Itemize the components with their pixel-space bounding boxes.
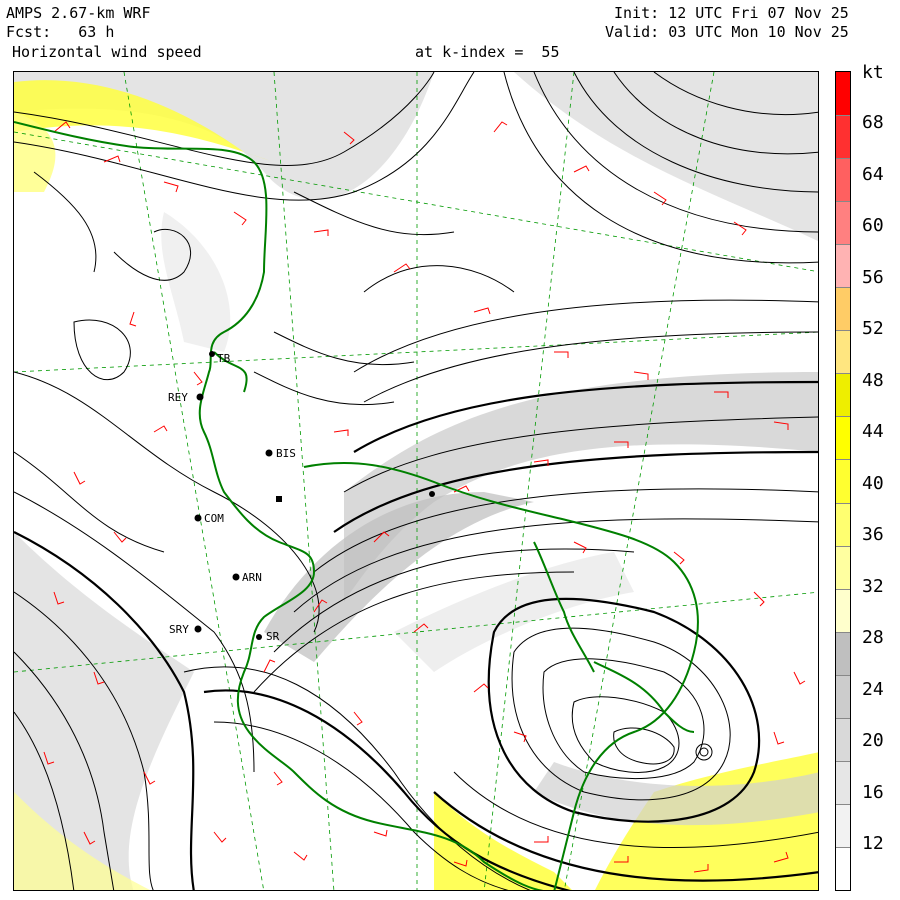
colorbar-segment <box>836 244 850 289</box>
station-label-rey: REY <box>168 391 188 404</box>
station-sr[interactable]: SR <box>256 630 280 643</box>
colorbar-tick-label: 64 <box>862 163 884 185</box>
colorbar-segment <box>836 502 850 547</box>
station-tb[interactable]: TB <box>209 351 231 365</box>
colorbar-segment <box>836 588 850 633</box>
colorbar-tick-label: 52 <box>862 318 884 339</box>
colorbar-tick-label: 16 <box>862 781 884 803</box>
station-bis[interactable]: BIS <box>265 447 296 460</box>
colorbar-tick-label: 44 <box>862 421 884 442</box>
station-com[interactable]: COM <box>194 512 225 525</box>
station-arn[interactable]: ARN <box>232 571 262 584</box>
colorbar-tick-label: 20 <box>862 730 884 751</box>
station-rey[interactable]: REY <box>168 391 204 404</box>
colorbar-tick-label: 12 <box>862 833 884 854</box>
colorbar-segment <box>836 803 850 848</box>
colorbar-tick-label: 28 <box>862 627 884 648</box>
colorbar-tick-label: 40 <box>862 472 884 494</box>
colorbar-segment <box>836 158 850 203</box>
colorbar-segment <box>836 545 850 590</box>
colorbar-segment <box>836 115 850 160</box>
station-label-com: COM <box>204 512 224 525</box>
valid-time: Valid: 03 UTC Mon 10 Nov 25 <box>605 23 849 41</box>
colorbar-segment <box>836 287 850 332</box>
wind-speed-map[interactable]: REY BIS COM ARN SRY TB SR <box>13 71 819 891</box>
colorbar-segment <box>836 717 850 762</box>
station-label-bis: BIS <box>276 447 296 460</box>
colorbar-tick-label: 60 <box>862 215 884 236</box>
colorbar-tick-label: 24 <box>862 678 884 700</box>
colorbar-tick-label: 36 <box>862 524 884 545</box>
field-name: Horizontal wind speed <box>12 43 202 61</box>
colorbar-segment <box>836 330 850 375</box>
colorbar-segment <box>836 846 850 890</box>
colorbar-tick-label: 56 <box>862 266 884 288</box>
station-label-sr: SR <box>266 630 280 643</box>
wind-shading <box>14 72 818 890</box>
station-marker-square <box>276 496 282 502</box>
wind-speed-colorbar <box>835 71 851 891</box>
colorbar-segment <box>836 631 850 676</box>
station-label-sry: SRY <box>169 623 189 636</box>
station-label-tb: TB <box>217 352 231 365</box>
colorbar-segment <box>836 459 850 504</box>
colorbar-tick-label: 68 <box>862 112 884 133</box>
colorbar-tick-label: 48 <box>862 369 884 391</box>
map-svg: REY BIS COM ARN SRY TB SR <box>14 72 818 890</box>
forecast-hour: Fcst: 63 h <box>6 23 115 41</box>
station-sry[interactable]: SRY <box>169 623 202 636</box>
colorbar-segment <box>836 416 850 461</box>
colorbar-segment <box>836 201 850 246</box>
station-marker-east <box>429 491 435 497</box>
colorbar-segment <box>836 373 850 418</box>
colorbar-unit: kt <box>862 62 884 83</box>
init-time: Init: 12 UTC Fri 07 Nov 25 <box>614 4 849 22</box>
colorbar-tick-label: 32 <box>862 575 884 597</box>
vertical-level: at k-index = 55 <box>415 43 560 61</box>
colorbar-segment <box>836 674 850 719</box>
station-label-arn: ARN <box>242 571 262 584</box>
colorbar-segment <box>836 72 850 117</box>
colorbar-segment <box>836 760 850 805</box>
model-title: AMPS 2.67-km WRF <box>6 4 151 22</box>
